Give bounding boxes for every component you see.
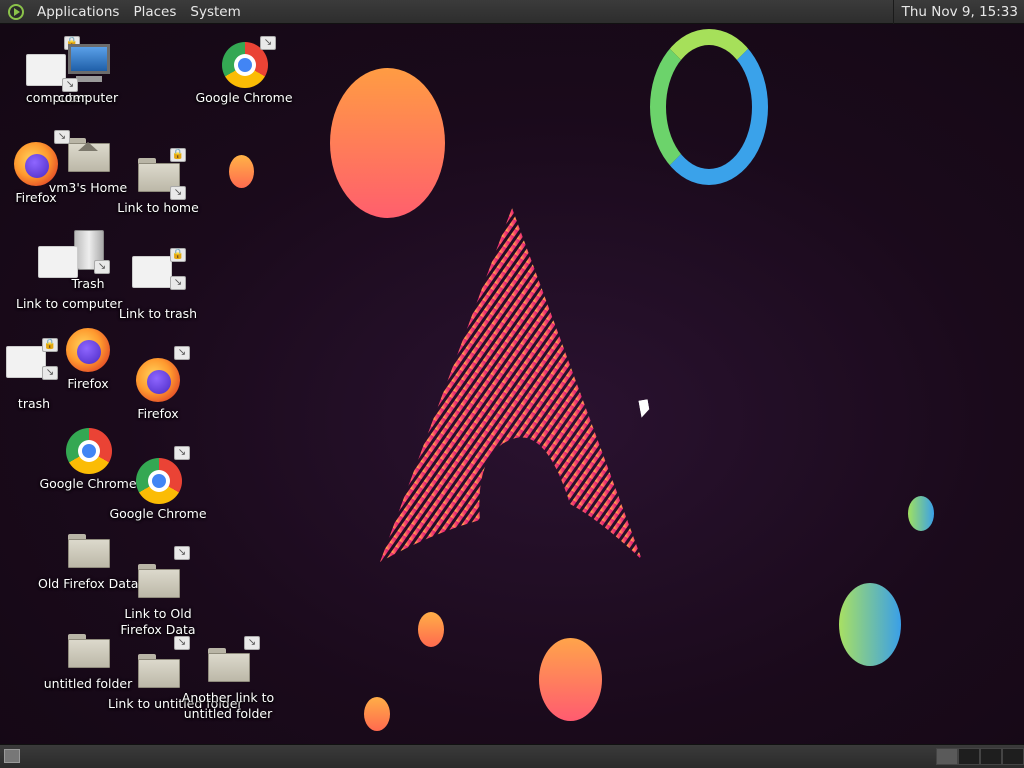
folder-link-icon: 🔒 ↘ — [134, 148, 186, 200]
document-link-icon — [38, 246, 90, 294]
clock[interactable]: Thu Nov 9, 15:33 — [892, 0, 1018, 24]
chrome-icon: ↘ — [134, 446, 190, 504]
arch-logo-shape — [380, 208, 642, 562]
folder-icon — [64, 526, 112, 574]
workspace-2[interactable] — [958, 748, 980, 765]
menu-places[interactable]: Places — [126, 0, 183, 24]
wallpaper-teal-dot — [908, 496, 934, 531]
desktop-icon-label: Google Chrome — [109, 506, 207, 521]
folder-link-icon: ↘ — [134, 546, 190, 604]
wallpaper-ring — [650, 29, 768, 185]
desktop-icon-label: Firefox — [137, 406, 179, 421]
desktop-icon-firefox-3[interactable]: ↘ Firefox — [108, 346, 208, 422]
desktop-icon-link-to-home[interactable]: 🔒 ↘ Link to home — [108, 148, 208, 216]
desktop-icon-google-chrome-3[interactable]: ↘ Google Chrome — [108, 446, 208, 522]
chrome-icon — [64, 426, 112, 474]
desktop-icon-another-link-to-untitled-folder[interactable]: ↘ Another link to untitled folder — [178, 636, 278, 722]
workspace-4[interactable] — [1002, 748, 1024, 765]
show-desktop-icon[interactable] — [4, 749, 20, 763]
folder-icon — [64, 626, 112, 674]
arch-logo-icon[interactable] — [8, 3, 24, 20]
wallpaper-orange-ellipse-2 — [539, 638, 602, 721]
bottom-panel — [0, 744, 1024, 768]
desktop-icon-label: Link to computer — [16, 296, 123, 311]
desktop-icon-label: Google Chrome — [195, 90, 293, 105]
wallpaper-orange-ellipse — [330, 68, 445, 218]
home-folder-icon: ↘ — [54, 130, 112, 178]
desktop-icon-label: Link to home — [117, 200, 199, 215]
desktop-icon-link-to-computer[interactable]: Link to computer — [16, 246, 123, 312]
wallpaper-orange-dot-2 — [364, 697, 390, 731]
desktop-icon-label: computer — [57, 90, 119, 105]
folder-link-icon: ↘ — [134, 636, 190, 694]
desktop-icon-trash-link[interactable]: 🔒 ↘ trash — [0, 338, 84, 412]
monitor-icon: ↘ — [62, 40, 112, 92]
wallpaper-teal-ellipse — [839, 583, 901, 666]
document-link-icon: 🔒 ↘ — [132, 248, 186, 304]
wallpaper-orange-dot-1 — [418, 612, 444, 647]
document-link-icon: 🔒 ↘ — [6, 338, 58, 394]
firefox-icon: ↘ — [134, 346, 190, 404]
workspace-3[interactable] — [980, 748, 1002, 765]
menu-system[interactable]: System — [183, 0, 247, 24]
desktop-icon-label: Link to trash — [118, 306, 198, 321]
workspace-1[interactable] — [936, 748, 958, 765]
desktop-icon-label: trash — [17, 396, 51, 411]
desktop-icon-computer-2[interactable]: ↘ computer — [38, 40, 138, 106]
desktop-icon-link-to-trash[interactable]: 🔒 ↘ Link to trash — [108, 248, 208, 322]
wallpaper-small-dot — [229, 155, 254, 188]
desktop-icon-google-chrome[interactable]: ↘ Google Chrome — [194, 36, 294, 106]
chrome-icon: ↘ — [220, 36, 276, 88]
menu-applications[interactable]: Applications — [30, 0, 126, 24]
desktop-icon-label: Another link to untitled folder — [181, 690, 275, 721]
folder-link-icon: ↘ — [204, 636, 260, 688]
top-panel: Applications Places System Thu Nov 9, 15… — [0, 0, 1024, 24]
